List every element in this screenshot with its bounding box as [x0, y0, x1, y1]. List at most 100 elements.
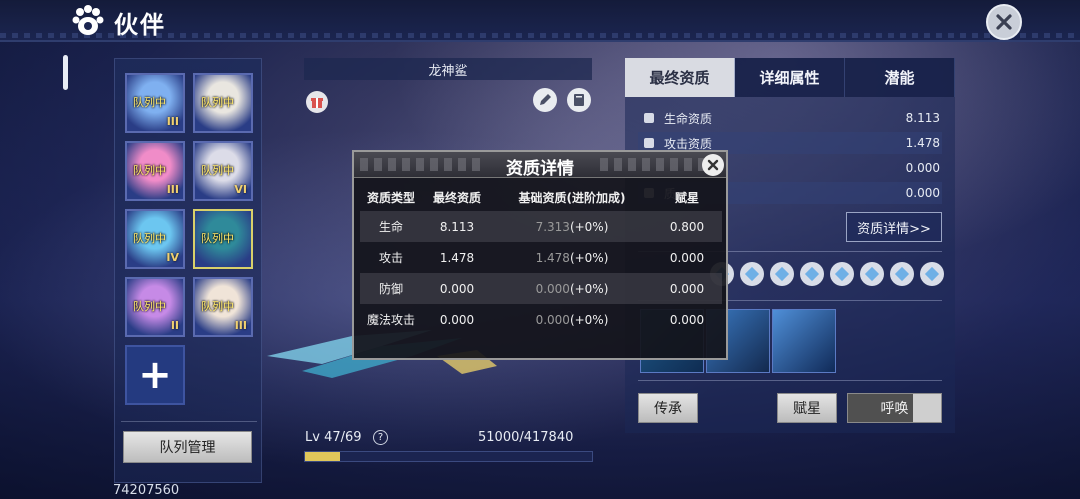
codex-button[interactable] [567, 88, 591, 112]
bonus-value: (+0%) [569, 219, 609, 234]
aptitude-detail-button[interactable]: 资质详情>> [846, 212, 942, 242]
add-companion-button[interactable]: + [125, 345, 185, 405]
base-value: 7.313 [535, 219, 570, 234]
close-button[interactable] [986, 4, 1022, 40]
star-aptitude: 0.800 [669, 219, 705, 234]
bag-icon[interactable] [306, 91, 328, 113]
exp-bar [304, 451, 593, 462]
base-value: 0.000 [535, 281, 570, 296]
team-manage-button[interactable]: 队列管理 [123, 431, 252, 463]
attribute-value: 8.113 [905, 111, 940, 125]
roster-slot-8[interactable]: 队列中 III [193, 277, 253, 337]
gem-icon [894, 266, 910, 282]
roster-slot-3[interactable]: 队列中 III [125, 141, 185, 201]
close-icon [996, 14, 1012, 30]
star-slot[interactable] [890, 262, 914, 286]
final-aptitude: 8.113 [439, 219, 475, 234]
final-aptitude: 0.000 [439, 281, 475, 296]
bonus-value: (+0%) [569, 281, 609, 296]
star-slot[interactable] [800, 262, 824, 286]
aptitude-table: 资质类型 最终资质 基础资质(进阶加成) 赋星 生命 8.113 7.313(+… [360, 184, 722, 335]
roster-slot-6-selected[interactable]: 队列中 [193, 209, 253, 269]
gift-icon [311, 98, 323, 108]
gem-icon [924, 266, 940, 282]
rank-badge: III [166, 183, 179, 196]
rename-button[interactable] [533, 88, 557, 112]
inherit-button[interactable]: 传承 [638, 393, 698, 423]
modal-close-button[interactable] [702, 154, 724, 176]
help-icon[interactable]: ? [373, 430, 388, 445]
rank-badge: III [234, 319, 247, 332]
bonus-value: (+0%) [569, 250, 609, 265]
attribute-label: 攻击资质 [664, 136, 713, 151]
star-up-button[interactable]: 赋星 [777, 393, 837, 423]
star-aptitude: 0.000 [669, 281, 705, 296]
column-header: 资质类型 [366, 191, 415, 205]
base-aptitude: 0.000(+0%) [492, 313, 652, 327]
gem-icon [804, 266, 820, 282]
base-aptitude: 1.478(+0%) [492, 251, 652, 265]
roster-slot-1[interactable]: 队列中 III [125, 73, 185, 133]
star-slot[interactable] [920, 262, 944, 286]
sword-icon [644, 138, 654, 148]
column-header: 基础资质(进阶加成) [518, 191, 626, 205]
in-team-tag: 队列中 [133, 96, 166, 109]
column-header: 赋星 [674, 191, 699, 205]
rank-badge: III [166, 115, 179, 128]
tab-potential[interactable]: 潜能 [845, 58, 955, 97]
table-row: 防御 0.000 0.000(+0%) 0.000 [360, 273, 722, 304]
roster-slot-4[interactable]: 队列中 VI [193, 141, 253, 201]
attribute-value: 0.000 [905, 186, 940, 200]
star-aptitude: 0.000 [669, 250, 705, 265]
skill-icon-3[interactable] [772, 309, 836, 373]
final-aptitude: 1.478 [439, 250, 475, 265]
final-aptitude: 0.000 [439, 312, 475, 327]
divider [638, 380, 942, 381]
aptitude-detail-modal: 资质详情 资质类型 最终资质 基础资质(进阶加成) 赋星 生命 8.113 7.… [352, 150, 728, 360]
star-slot[interactable] [830, 262, 854, 286]
rank-badge: IV [166, 251, 179, 264]
in-team-tag: 队列中 [201, 164, 234, 177]
tab-detailed-attributes[interactable]: 详细属性 [735, 58, 845, 97]
companion-roster: 队列中 III 队列中 队列中 III 队列中 VI 队列中 IV 队列中 队列… [114, 58, 262, 483]
star-slot[interactable] [740, 262, 764, 286]
aptitude-type: 魔法攻击 [366, 313, 415, 327]
attribute-tabs: 最终资质 详细属性 潜能 [625, 58, 955, 97]
exp-label: 51000/417840 [478, 430, 574, 445]
plus-icon: + [138, 352, 172, 398]
gem-icon [864, 266, 880, 282]
base-value: 1.478 [535, 250, 570, 265]
in-team-tag: 队列中 [133, 232, 166, 245]
table-row: 攻击 1.478 1.478(+0%) 0.000 [360, 242, 722, 273]
tab-final-aptitude[interactable]: 最终资质 [625, 58, 735, 97]
attribute-row-hp: 生命资质 8.113 [638, 107, 942, 129]
aptitude-type: 防御 [378, 282, 403, 296]
summon-toggle-button[interactable]: 呼唤 [847, 393, 942, 423]
attribute-value: 1.478 [905, 136, 940, 150]
exp-bar-fill [305, 452, 341, 461]
table-header-row: 资质类型 最终资质 基础资质(进阶加成) 赋星 [360, 184, 722, 211]
table-row: 生命 8.113 7.313(+0%) 0.800 [360, 211, 722, 242]
in-team-tag: 队列中 [201, 232, 234, 245]
pencil-icon [540, 94, 551, 105]
bonus-value: (+0%) [569, 312, 609, 327]
column-header: 最终资质 [432, 191, 481, 205]
gem-icon [774, 266, 790, 282]
gem-icon [834, 266, 850, 282]
roster-slot-2[interactable]: 队列中 [193, 73, 253, 133]
attribute-value: 0.000 [905, 161, 940, 175]
page-title: 伙伴 [114, 11, 166, 39]
paw-icon [72, 5, 104, 35]
in-team-tag: 队列中 [201, 300, 234, 313]
base-value: 0.000 [535, 312, 570, 327]
close-icon [707, 159, 719, 171]
star-aptitude: 0.000 [669, 312, 705, 327]
roster-slot-5[interactable]: 队列中 IV [125, 209, 185, 269]
star-slot[interactable] [770, 262, 794, 286]
heart-icon [644, 113, 654, 123]
side-scroll-indicator[interactable] [63, 55, 68, 90]
in-team-tag: 队列中 [133, 300, 166, 313]
rank-badge: VI [234, 183, 247, 196]
roster-slot-7[interactable]: 队列中 II [125, 277, 185, 337]
star-slot[interactable] [860, 262, 884, 286]
